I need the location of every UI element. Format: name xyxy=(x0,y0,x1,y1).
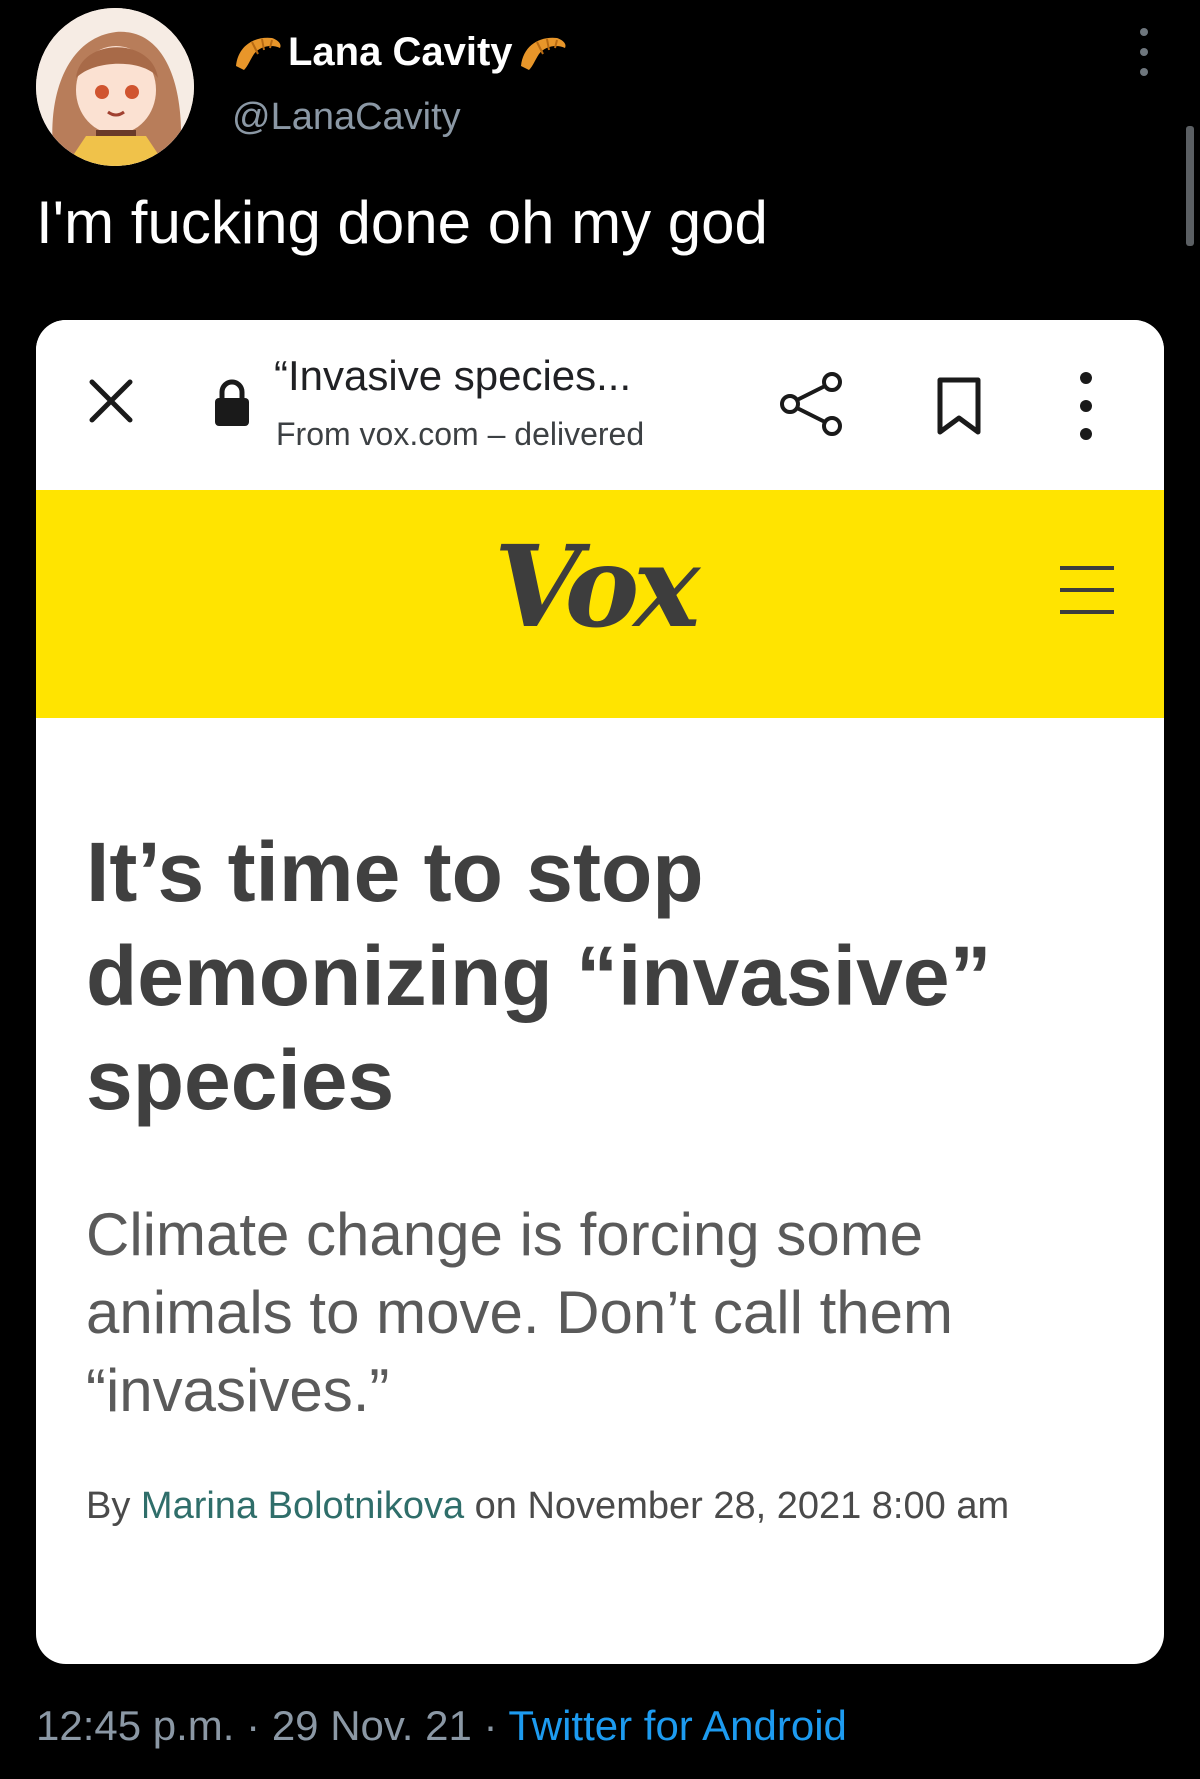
site-header: Vox xyxy=(36,490,1164,718)
byline-date: on November 28, 2021 8:00 am xyxy=(474,1485,1010,1527)
vox-logo[interactable]: Vox xyxy=(494,522,700,653)
browser-toolbar: “Invasive species... From vox.com – deli… xyxy=(36,320,1164,490)
author-link[interactable]: Marina Bolotnikova xyxy=(141,1485,464,1527)
croissant-icon xyxy=(236,37,281,70)
article-byline: By Marina Bolotnikova on November 28, 20… xyxy=(86,1474,1096,1538)
scrollbar[interactable] xyxy=(1186,126,1194,246)
separator: · xyxy=(483,1702,498,1749)
more-options-icon[interactable] xyxy=(1126,28,1162,76)
tweet-text: I'm fucking done oh my god xyxy=(36,189,768,256)
byline-prefix: By xyxy=(86,1485,131,1527)
display-name-row[interactable]: Lana Cavity xyxy=(232,24,569,80)
page-title: “Invasive species... xyxy=(274,352,632,399)
avatar[interactable] xyxy=(36,8,194,166)
tweet-metadata: 12:45 p.m. · 29 Nov. 21 · Twitter for An… xyxy=(36,1702,847,1750)
lock-icon xyxy=(215,379,249,426)
bookmark-icon[interactable] xyxy=(932,376,986,436)
separator: · xyxy=(246,1702,261,1749)
embedded-image[interactable]: “Invasive species... From vox.com – deli… xyxy=(36,320,1164,1664)
article-dek: Climate change is forcing some animals t… xyxy=(86,1201,954,1424)
share-icon[interactable] xyxy=(776,368,848,440)
croissant-icon xyxy=(520,37,566,70)
display-name: Lana Cavity xyxy=(288,29,513,74)
tweet-source-link[interactable]: Twitter for Android xyxy=(508,1702,846,1749)
article-headline: It’s time to stop demonizing “invasive” … xyxy=(86,825,992,1127)
page-source: From vox.com – delivered xyxy=(276,416,645,452)
more-vertical-icon[interactable] xyxy=(1074,372,1098,440)
close-icon[interactable] xyxy=(86,376,136,426)
hamburger-menu-icon[interactable] xyxy=(1060,566,1114,614)
tweet-time[interactable]: 12:45 p.m. xyxy=(36,1702,234,1749)
tweet-date[interactable]: 29 Nov. 21 xyxy=(272,1702,472,1749)
user-handle[interactable]: @LanaCavity xyxy=(232,96,461,139)
